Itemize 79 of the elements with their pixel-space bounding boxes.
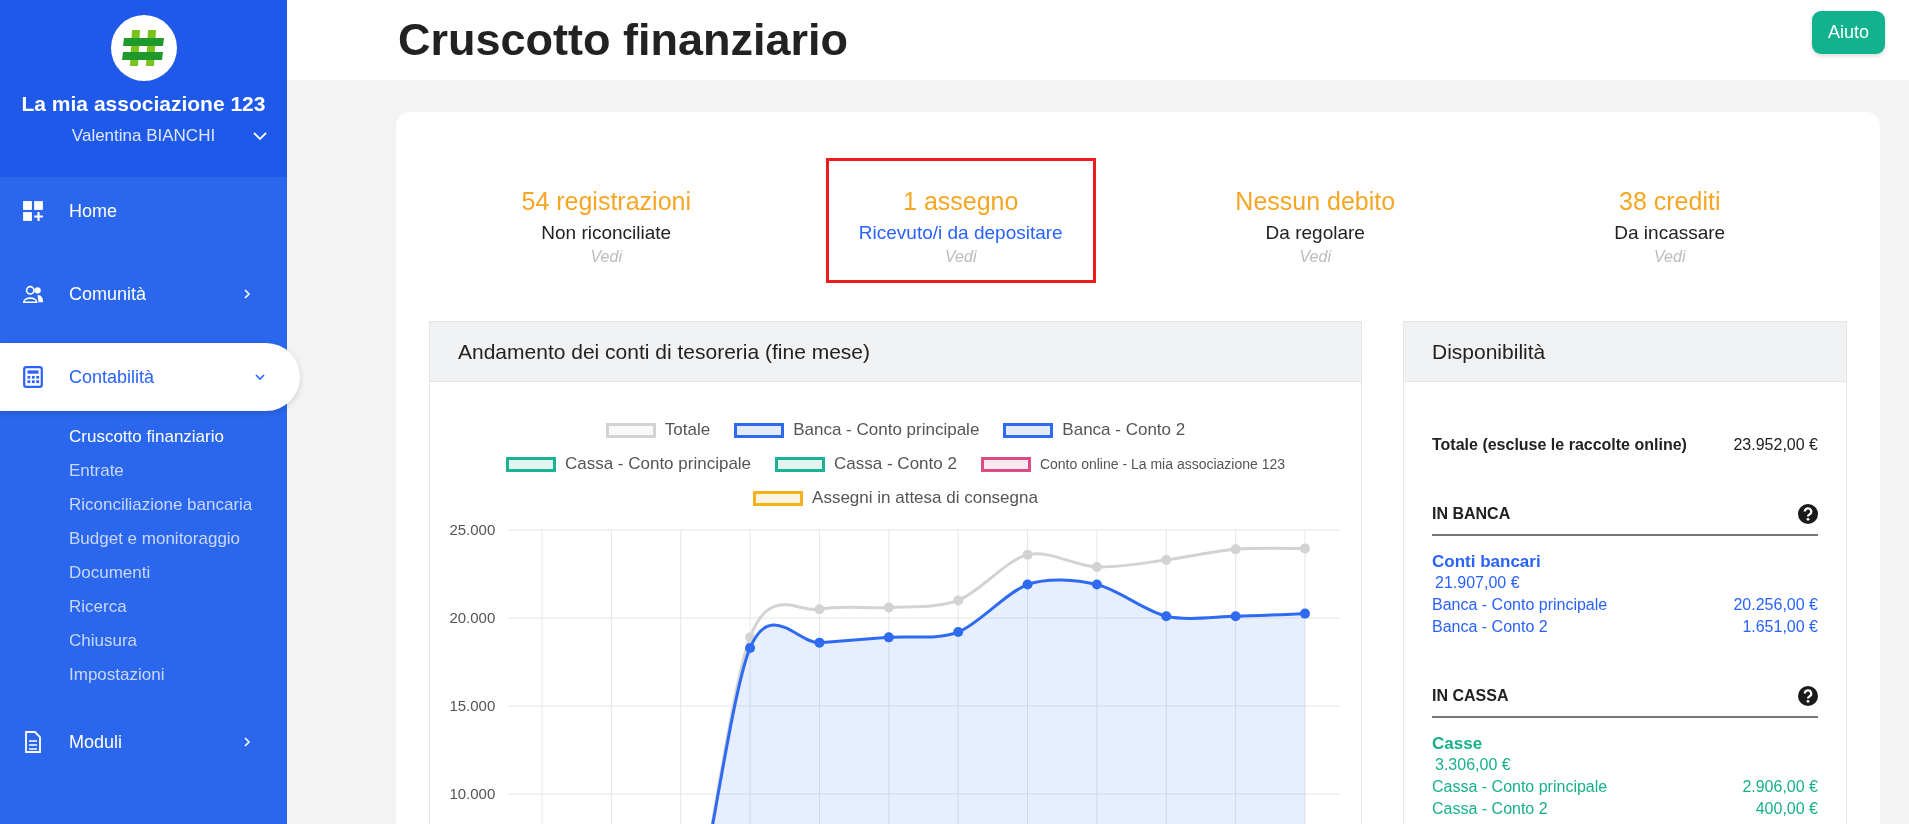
account-name[interactable]: Cassa - Conto principale [1432,778,1608,796]
data-point [745,642,756,653]
account-amount: 400,00 € [1755,800,1818,818]
data-point [1300,543,1310,554]
submenu-item[interactable]: Chiusura [69,624,254,658]
data-point [1091,579,1102,590]
data-point [1022,549,1033,560]
dashboard-icon [22,200,44,222]
submenu-item[interactable]: Ricerca [69,590,254,624]
total-label: Totale (escluse le raccolte online) [1432,436,1687,454]
legend-item[interactable]: Cassa - Conto 2 [775,454,957,474]
menu-item[interactable]: Contabilità [0,343,300,411]
organization-name: La mia associazione 123 [21,92,266,116]
axis-tick-label: 15.000 [449,697,496,714]
account-group[interactable]: Casse [1432,734,1818,754]
axis-tick-label: 20.000 [449,609,496,626]
menu-item[interactable]: Comunità [0,260,287,328]
menu-item[interactable]: Home [0,177,287,245]
people-icon [22,283,44,305]
data-point [745,632,756,643]
chevron-down-icon[interactable] [253,132,267,141]
data-point [1230,544,1241,555]
stat-label: Da regolare [1264,222,1366,244]
legend-item[interactable]: Conto online - La mia associazione 123 [980,454,1286,474]
legend-item[interactable]: Cassa - Conto principale [505,454,752,474]
data-point [953,595,964,606]
panel-title: Andamento dei conti di tesoreria (fine mese) [458,339,871,364]
submenu-item[interactable]: Riconciliazione bancaria [69,488,254,522]
submenu-item[interactable]: Entrate [69,454,254,488]
stat-value: 54 registrazioni [520,187,692,216]
help-icon[interactable] [1798,504,1818,524]
account-amount: 2.906,00 € [1742,778,1818,796]
legend-item[interactable]: Banca - Conto principale [734,420,980,440]
data-point [883,602,894,613]
group-total: 21.907,00 € [1435,574,1521,592]
section-heading: IN CASSA [1432,687,1509,705]
axis-tick-label: 25.000 [449,521,496,538]
menu-item[interactable]: Moduli [0,708,287,776]
stat-value: 1 assegno [902,187,1020,216]
user-name[interactable]: Valentina BIANCHI [71,126,216,146]
data-point [1091,561,1102,572]
submenu-item[interactable]: Documenti [69,556,254,590]
legend-item[interactable]: Totale [605,420,711,440]
section-heading: IN BANCA [1432,505,1511,523]
data-point [1161,554,1172,565]
data-point [883,632,894,643]
document-icon [22,731,44,753]
calculator-icon [22,366,44,388]
submenu-item[interactable]: Budget e monitoraggio [69,522,254,556]
data-point [1022,579,1033,590]
data-point [1161,611,1172,622]
stat-value: Nessun debito [1234,187,1397,216]
data-point [814,604,825,615]
legend-item[interactable]: Banca - Conto 2 [1003,420,1186,440]
data-point [1300,608,1310,619]
panel-title: Disponibilità [1432,339,1546,364]
total-amount: 23.952,00 € [1733,436,1818,454]
account-amount: 20.256,00 € [1733,596,1818,614]
stat-link[interactable]: Ricevuto/i da depositare [838,222,1083,244]
group-total: 3.306,00 € [1435,756,1512,774]
account-name[interactable]: Banca - Conto principale [1432,596,1608,614]
account-name[interactable]: Cassa - Conto 2 [1432,800,1548,818]
account-amount: 1.651,00 € [1742,618,1818,636]
data-point [1230,611,1241,622]
data-point [814,637,825,648]
data-point [953,627,964,638]
submenu-item[interactable]: Impostazioni [69,658,254,692]
help-icon[interactable] [1798,686,1818,706]
logo-icon [109,14,178,82]
legend-item[interactable]: Assegni in attesa di consegna [753,488,1038,508]
account-group[interactable]: Conti bancari [1432,552,1818,572]
account-name[interactable]: Banca - Conto 2 [1432,618,1548,636]
stat-label: Da incassare [1613,222,1727,244]
stat-value: 38 crediti [1618,187,1722,216]
submenu-item[interactable]: Cruscotto finanziario [69,420,254,454]
axis-tick-label: 10.000 [449,785,496,802]
stat-label: Non riconciliate [540,222,673,244]
page-title: Cruscotto finanziario [398,14,849,66]
help-button[interactable]: Aiuto [1811,11,1885,54]
